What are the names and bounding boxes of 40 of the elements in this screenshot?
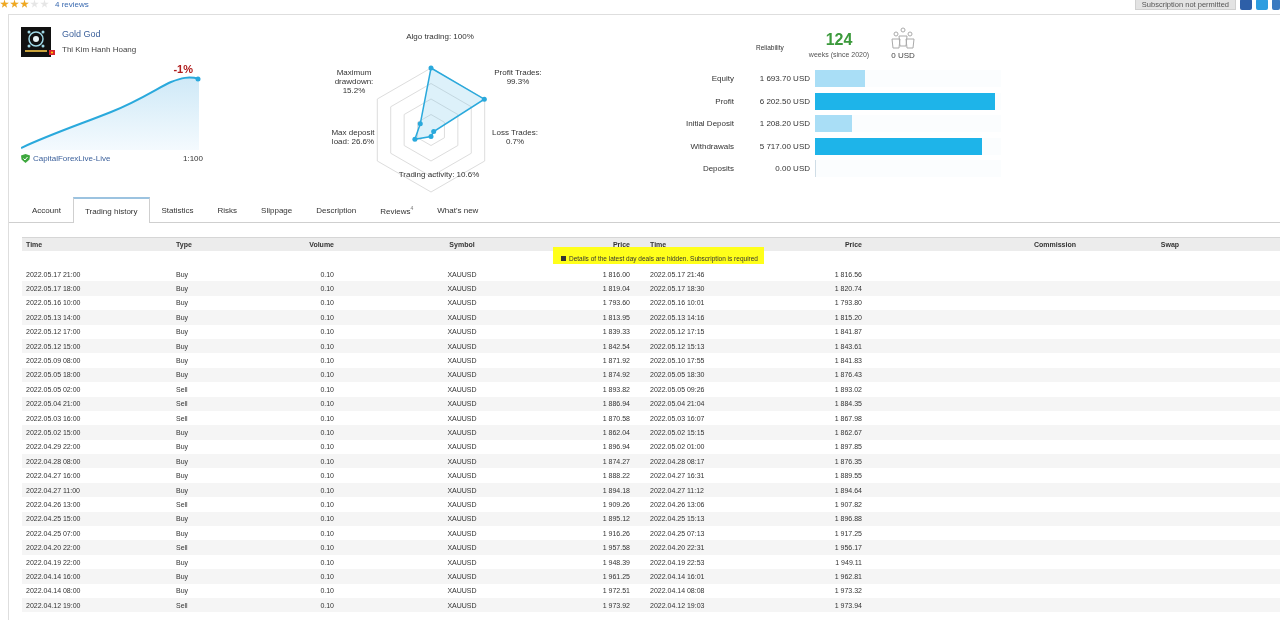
tab[interactable]: Description — [304, 197, 369, 222]
people-icon — [890, 27, 916, 49]
tab[interactable]: Reviews$^{4}$ — [368, 197, 426, 222]
balance-label: Withdrawals — [689, 141, 734, 151]
tab[interactable]: Risks — [205, 197, 250, 222]
balance-value: 0.00 USD — [774, 164, 810, 173]
balance-value: 5 717.00 USD — [758, 141, 810, 151]
tab[interactable]: Slippage — [249, 197, 305, 222]
tab[interactable]: Trading history — [72, 197, 150, 223]
balance-label: Equity — [710, 74, 734, 83]
balance-value: 6 202.50 USD — [758, 96, 810, 106]
reviews-link[interactable]: 4 reviews — [55, 0, 89, 9]
tab[interactable]: Statistics — [149, 197, 206, 222]
logo-icon — [21, 27, 51, 57]
broker-link[interactable]: CapitalForexLive-Live — [33, 154, 111, 163]
flag-icon — [49, 50, 55, 55]
balance-label: Initial Deposit — [684, 119, 734, 128]
notice-icon — [561, 255, 566, 261]
tab[interactable]: What's new — [425, 197, 491, 222]
author-name: Thi Kim Hanh Hoang — [62, 45, 137, 54]
balance-label: Profit — [714, 96, 734, 106]
axis-label: Maximum drawdown: 15.2% — [333, 68, 375, 96]
axis-label: Trading activity: 10.6% — [397, 170, 481, 180]
axis-label: Profit Trades: 99.3% — [493, 68, 543, 87]
weeks-value: 124 — [825, 31, 853, 49]
axis-label: Loss Trades: 0.7% — [491, 128, 539, 147]
balance-label: Deposits — [701, 164, 734, 173]
signal-name[interactable]: Gold God — [62, 29, 137, 39]
shield-icon — [21, 154, 30, 163]
tab[interactable]: Account — [20, 197, 73, 222]
leverage-value: 1:100 — [182, 154, 203, 163]
growth-value: -1% — [173, 63, 193, 75]
axis-label: Max deposit load: 26.6% — [330, 128, 376, 147]
balance-value: 1 693.70 USD — [758, 74, 810, 83]
social-icon[interactable] — [1256, 0, 1268, 10]
subscribers-value: 0 USD — [891, 51, 915, 60]
social-icon[interactable] — [1240, 0, 1252, 10]
social-icon[interactable] — [1272, 0, 1280, 10]
axis-label: Algo trading: 100% — [405, 32, 475, 42]
balance-value: 1 208.20 USD — [758, 119, 810, 128]
